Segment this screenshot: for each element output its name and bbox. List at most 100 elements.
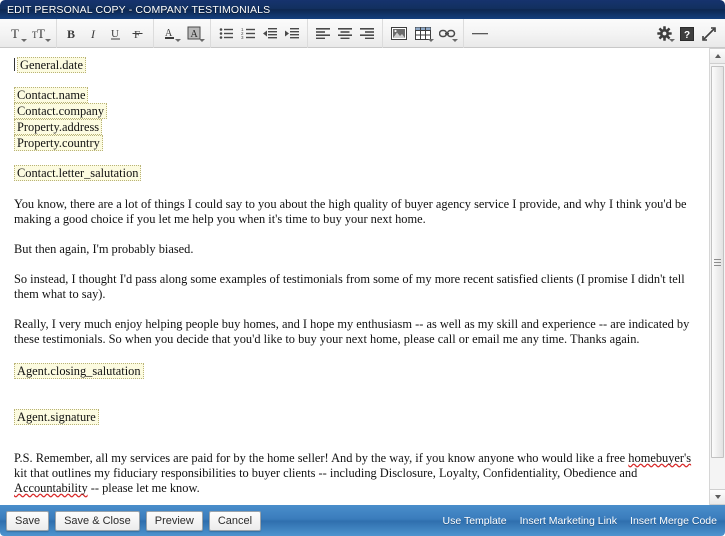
fullscreen-button[interactable] (698, 22, 720, 45)
save-and-close-button[interactable]: Save & Close (55, 510, 140, 531)
toolbar-group-text-style: B I U F (57, 19, 153, 48)
font-name-button[interactable]: TT (28, 22, 52, 45)
rich-text-editor[interactable]: General.date Contact.name Contact.compan… (0, 48, 709, 505)
svg-text:F: F (134, 29, 140, 41)
align-center-icon (337, 27, 353, 39)
settings-button[interactable] (652, 22, 676, 45)
use-template-link[interactable]: Use Template (443, 515, 507, 527)
chevron-down-icon (714, 495, 721, 499)
bold-button[interactable]: B (61, 22, 83, 45)
editor-toolbar: T TT B I U F A A 1 2 3 ? (0, 18, 725, 48)
chevron-down-icon (669, 39, 675, 42)
body-paragraph-2[interactable]: But then again, I'm probably biased. (14, 242, 695, 257)
merge-tag-contact-name[interactable]: Contact.name (14, 87, 89, 103)
editor-vertical-scrollbar[interactable] (709, 48, 725, 505)
save-button[interactable]: Save (6, 510, 50, 531)
numbered-list-icon: 1 2 3 (241, 27, 256, 40)
align-right-button[interactable] (356, 22, 378, 45)
svg-text:T: T (37, 26, 45, 41)
underline-button[interactable]: U (105, 22, 127, 45)
insert-marketing-link[interactable]: Insert Marketing Link (520, 515, 617, 527)
cancel-button[interactable]: Cancel (208, 510, 262, 531)
body-paragraph-1[interactable]: You know, there are a lot of things I co… (14, 197, 695, 227)
misspelled-word-homebuyers[interactable]: homebuyer's (628, 451, 691, 465)
align-left-icon (315, 27, 331, 39)
insert-merge-code-link[interactable]: Insert Merge Code (630, 515, 717, 527)
insert-table-button[interactable] (411, 22, 435, 45)
horizontal-rule-icon (471, 28, 489, 39)
merge-field-line-date[interactable]: General.date (14, 57, 695, 73)
dialog-titlebar: EDIT PERSONAL COPY - COMPANY TESTIMONIAL… (0, 0, 725, 19)
fullscreen-icon (702, 26, 716, 41)
svg-text:3: 3 (241, 35, 244, 40)
preview-button[interactable]: Preview (145, 510, 203, 531)
chevron-down-icon (428, 38, 434, 42)
increase-indent-button[interactable] (281, 22, 303, 45)
align-center-button[interactable] (334, 22, 356, 45)
link-icon (438, 28, 456, 39)
italic-button[interactable]: I (83, 22, 105, 45)
align-right-icon (359, 27, 375, 39)
italic-icon: I (87, 26, 101, 41)
merge-tag-general-date[interactable]: General.date (17, 57, 86, 73)
chevron-down-icon (21, 38, 27, 42)
numbered-list-button[interactable]: 1 2 3 (237, 22, 259, 45)
chevron-down-icon (175, 38, 181, 42)
dialog-title: EDIT PERSONAL COPY - COMPANY TESTIMONIAL… (7, 3, 271, 16)
toolbar-group-color: A A (154, 19, 210, 48)
highlight-color-button[interactable]: A (182, 22, 206, 45)
image-icon (391, 26, 407, 40)
merge-field-line-letter-salutation[interactable]: Contact.letter_salutation (14, 165, 695, 181)
chevron-down-icon (199, 38, 205, 42)
merge-field-line-contact-company[interactable]: Contact.company (14, 103, 695, 119)
chevron-down-icon (45, 38, 51, 42)
text-caret (14, 58, 15, 71)
merge-tag-property-country[interactable]: Property.country (14, 135, 103, 151)
merge-field-line-property-address[interactable]: Property.address (14, 119, 695, 135)
strikethrough-button[interactable]: F (127, 22, 149, 45)
scrollbar-thumb[interactable] (711, 66, 724, 458)
increase-indent-icon (284, 27, 300, 40)
toolbar-group-insert (383, 19, 463, 48)
scroll-down-button[interactable] (710, 489, 725, 505)
scrollbar-grip-icon (714, 257, 721, 268)
merge-tag-agent-signature[interactable]: Agent.signature (14, 409, 99, 425)
svg-text:?: ? (684, 30, 690, 41)
merge-field-line-agent-signature[interactable]: Agent.signature (14, 409, 695, 425)
horizontal-rule-button[interactable] (468, 22, 492, 45)
body-paragraph-3[interactable]: So instead, I thought I'd pass along som… (14, 272, 695, 302)
help-icon: ? (680, 26, 694, 41)
svg-text:U: U (111, 28, 119, 40)
insert-link-button[interactable] (435, 22, 459, 45)
merge-field-line-property-country[interactable]: Property.country (14, 135, 695, 151)
merge-field-line-contact-name[interactable]: Contact.name (14, 87, 695, 103)
scroll-up-button[interactable] (710, 48, 725, 64)
font-size-button[interactable]: T (4, 22, 28, 45)
footer-links: Use Template Insert Marketing Link Inser… (443, 505, 717, 536)
edit-personal-copy-dialog: EDIT PERSONAL COPY - COMPANY TESTIMONIAL… (0, 0, 725, 536)
align-left-button[interactable] (312, 22, 334, 45)
scrollbar-track[interactable] (710, 64, 725, 489)
merge-tag-property-address[interactable]: Property.address (14, 119, 103, 135)
merge-tag-agent-closing-salutation[interactable]: Agent.closing_salutation (14, 363, 144, 379)
toolbar-group-font: T TT (0, 19, 56, 48)
ps-text-part-3: -- please let me know. (87, 481, 200, 495)
body-paragraph-postscript[interactable]: P.S. Remember, all my services are paid … (14, 451, 695, 496)
decrease-indent-button[interactable] (259, 22, 281, 45)
bold-icon: B (65, 26, 79, 41)
misspelled-word-accountability[interactable]: Accountability (14, 481, 88, 495)
help-button[interactable]: ? (676, 22, 698, 45)
ps-text-part-2: kit that outlines my fiduciary responsib… (14, 466, 638, 480)
merge-field-line-closing-salutation[interactable]: Agent.closing_salutation (14, 363, 695, 379)
underline-icon: U (109, 26, 123, 41)
dialog-footer: Save Save & Close Preview Cancel Use Tem… (0, 505, 725, 536)
body-paragraph-4[interactable]: Really, I very much enjoy helping people… (14, 317, 695, 347)
toolbar-group-rule (464, 19, 496, 48)
merge-tag-contact-letter-salutation[interactable]: Contact.letter_salutation (14, 165, 142, 181)
svg-text:I: I (90, 27, 96, 41)
merge-tag-contact-company[interactable]: Contact.company (14, 103, 108, 119)
insert-image-button[interactable] (387, 22, 411, 45)
text-color-button[interactable]: A (158, 22, 182, 45)
svg-text:A: A (191, 29, 199, 40)
bullet-list-button[interactable] (215, 22, 237, 45)
